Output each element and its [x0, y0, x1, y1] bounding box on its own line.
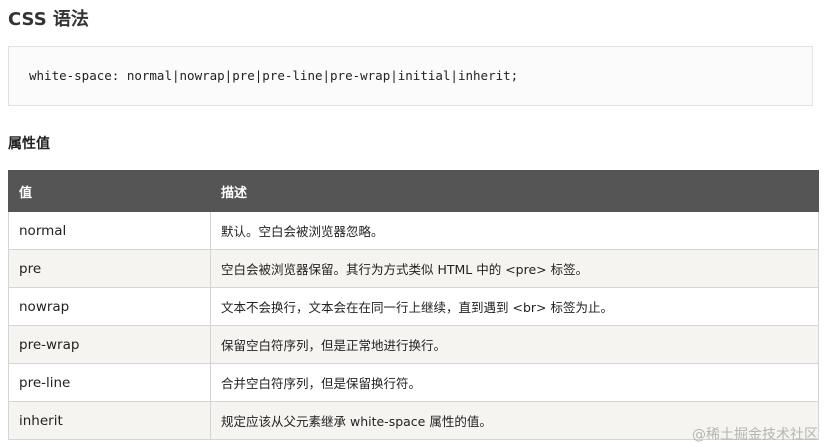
- column-header-description: 描述: [210, 170, 819, 212]
- cell-value: pre: [8, 249, 211, 288]
- cell-value: pre-line: [8, 363, 211, 402]
- code-block: white-space: normal|nowrap|pre|pre-line|…: [8, 46, 813, 106]
- table-row: pre 空白会被浏览器保留。其行为方式类似 HTML 中的 <pre> 标签。: [8, 249, 819, 288]
- column-header-value: 值: [8, 170, 211, 212]
- table-row: nowrap 文本不会换行，文本会在在同一行上继续，直到遇到 <br> 标签为止…: [8, 287, 819, 326]
- section-title: CSS 语法: [8, 9, 89, 30]
- watermark: @稀土掘金技术社区: [692, 427, 818, 443]
- property-values-table: 值 描述 normal 默认。空白会被浏览器忽略。 pre 空白会被浏览器保留。…: [8, 170, 819, 440]
- table-header-row: 值 描述: [8, 170, 819, 212]
- subsection-title: 属性值: [8, 136, 50, 152]
- cell-value: normal: [8, 211, 211, 250]
- table-row: pre-line 合并空白符序列，但是保留换行符。: [8, 363, 819, 402]
- cell-value: nowrap: [8, 287, 211, 326]
- cell-value: pre-wrap: [8, 325, 211, 364]
- code-syntax: white-space: normal|nowrap|pre|pre-line|…: [29, 68, 519, 83]
- cell-description: 合并空白符序列，但是保留换行符。: [210, 363, 819, 402]
- table-row: normal 默认。空白会被浏览器忽略。: [8, 211, 819, 250]
- cell-description: 文本不会换行，文本会在在同一行上继续，直到遇到 <br> 标签为止。: [210, 287, 819, 326]
- cell-description: 保留空白符序列，但是正常地进行换行。: [210, 325, 819, 364]
- table-row: pre-wrap 保留空白符序列，但是正常地进行换行。: [8, 325, 819, 364]
- cell-description: 空白会被浏览器保留。其行为方式类似 HTML 中的 <pre> 标签。: [210, 249, 819, 288]
- cell-description: 默认。空白会被浏览器忽略。: [210, 211, 819, 250]
- cell-value: inherit: [8, 401, 211, 440]
